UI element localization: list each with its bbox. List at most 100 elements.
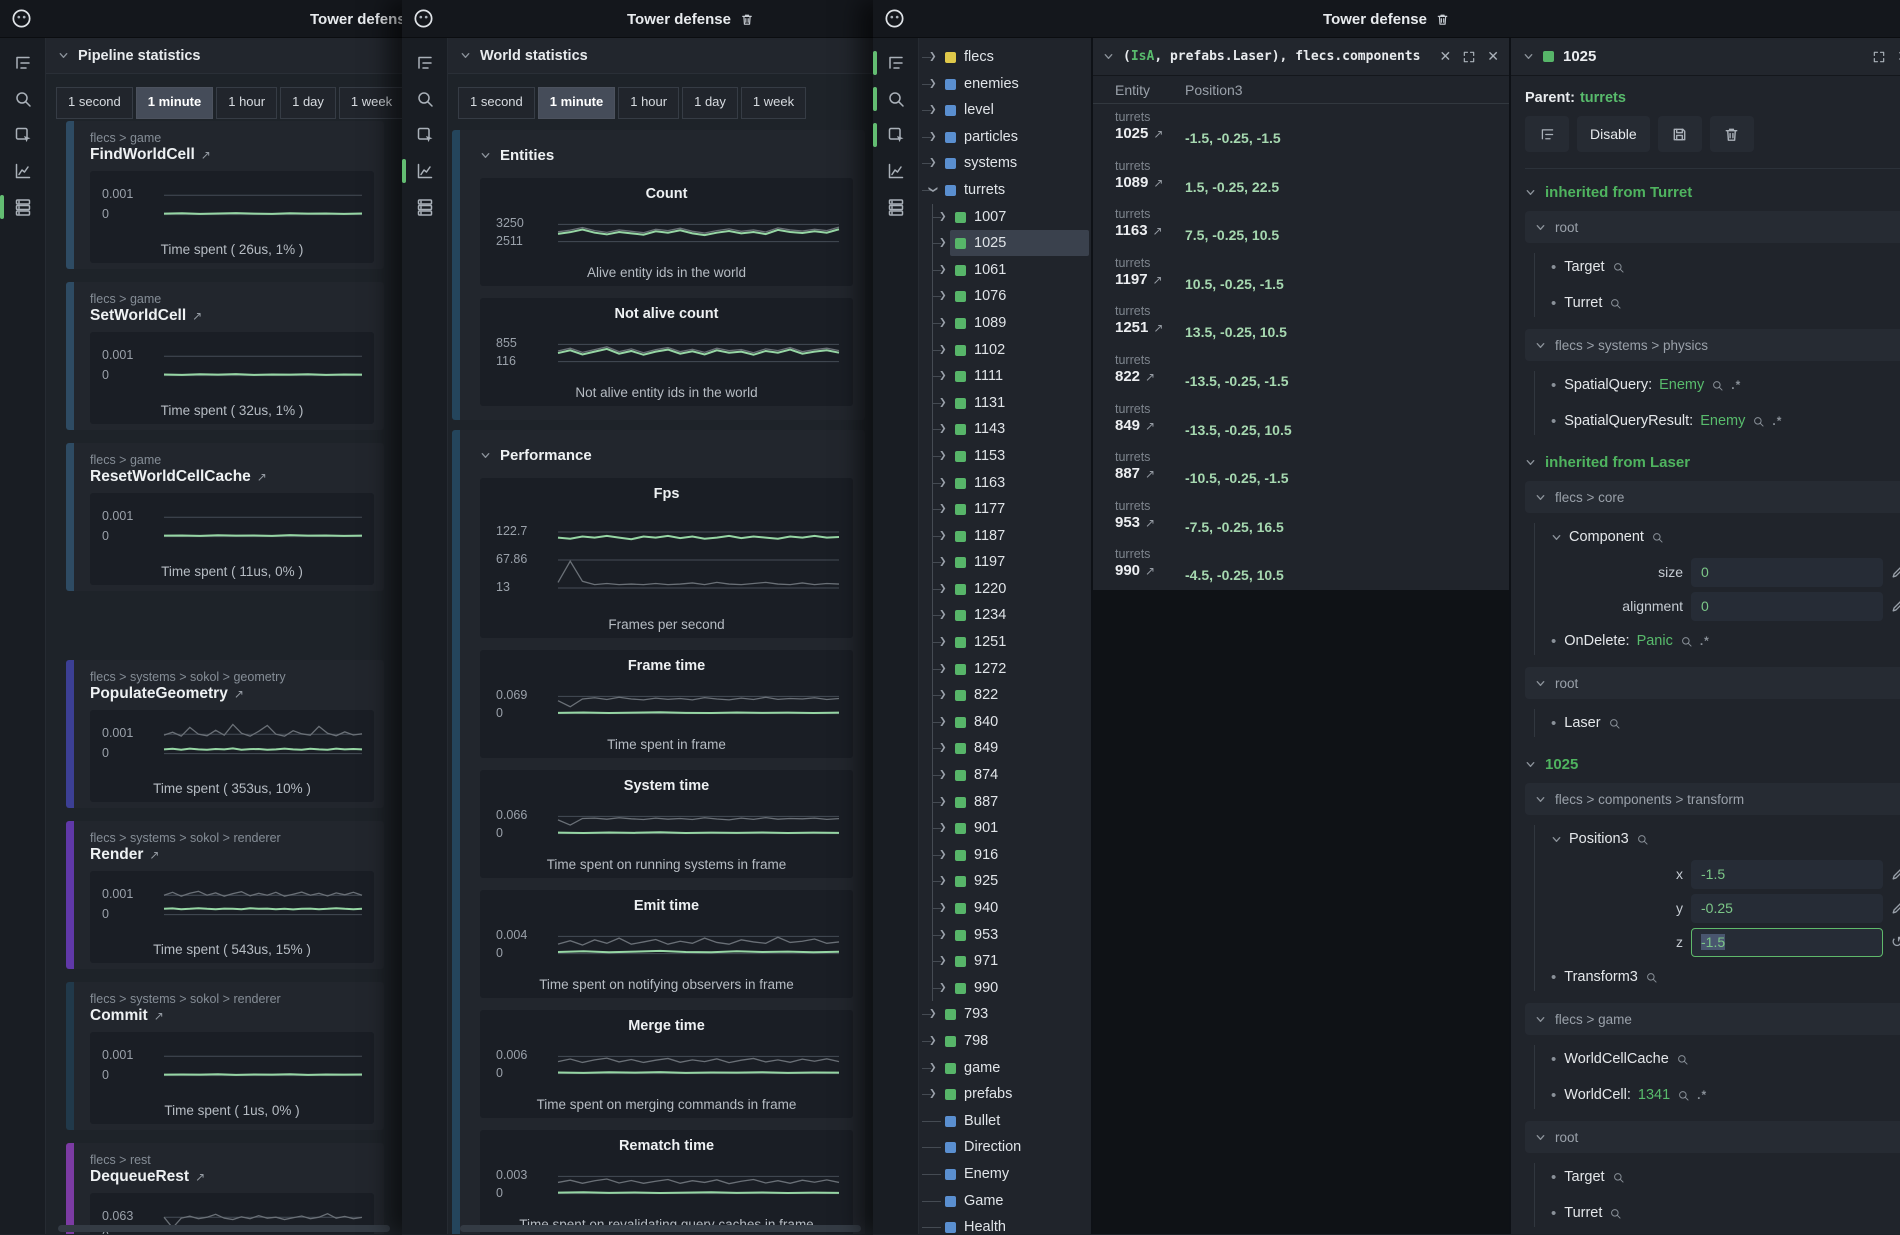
- row-entity-id[interactable]: 887: [1115, 465, 1140, 482]
- chevron-down-icon[interactable]: ❯: [927, 186, 938, 194]
- group-header[interactable]: flecs > game: [1525, 1003, 1900, 1035]
- sidebar-chart-button[interactable]: [0, 160, 46, 182]
- sidebar-select-button[interactable]: [402, 124, 448, 146]
- field-input[interactable]: -0.25: [1691, 894, 1883, 923]
- chevron-right-icon[interactable]: ❯: [939, 237, 947, 248]
- save-button[interactable]: [1658, 116, 1702, 152]
- tab-1-hour[interactable]: 1 hour: [216, 87, 277, 119]
- undo-icon[interactable]: ↺: [1891, 935, 1900, 950]
- clear-query-icon[interactable]: ✕: [1440, 48, 1452, 65]
- chevron-right-icon[interactable]: ❯: [929, 1062, 937, 1073]
- tree-item-enemies[interactable]: enemies ❯: [919, 71, 1091, 98]
- chart-title[interactable]: Commit: [90, 1007, 148, 1025]
- sidebar-tree-button[interactable]: [873, 52, 919, 74]
- external-link-icon[interactable]: ↗: [1145, 370, 1155, 384]
- external-link-icon[interactable]: ↗: [1145, 419, 1155, 433]
- sidebar-select-button[interactable]: [0, 124, 46, 146]
- component-item-Target[interactable]: •Target: [1551, 249, 1900, 285]
- component-item-Component[interactable]: Component: [1551, 519, 1900, 555]
- chevron-right-icon[interactable]: ❯: [929, 51, 937, 62]
- component-value-link[interactable]: 1341: [1638, 1087, 1670, 1103]
- chevron-right-icon[interactable]: ❯: [939, 875, 947, 886]
- pipeline-panel-header[interactable]: Pipeline statistics: [46, 38, 402, 74]
- chevron-down-icon[interactable]: [1525, 187, 1536, 198]
- tree-item-prefabs[interactable]: prefabs ❯: [919, 1081, 1091, 1108]
- tree-item-940[interactable]: 940 ❯: [919, 895, 1091, 922]
- chevron-right-icon[interactable]: ❯: [939, 211, 947, 222]
- sidebar-tree-button[interactable]: [402, 52, 448, 74]
- component-item-WorldCellCache[interactable]: •WorldCellCache: [1551, 1041, 1900, 1077]
- tree-item-849[interactable]: 849 ❯: [919, 735, 1091, 762]
- chevron-down-icon[interactable]: [1551, 532, 1562, 543]
- tree-item-Health[interactable]: Health: [919, 1214, 1091, 1234]
- chevron-down-icon[interactable]: [1551, 834, 1562, 845]
- chevron-right-icon[interactable]: ❯: [939, 423, 947, 434]
- search-icon[interactable]: [1608, 717, 1621, 730]
- trash-icon[interactable]: [740, 12, 754, 27]
- chart-title[interactable]: FindWorldCell: [90, 146, 195, 164]
- sidebar-stats-button[interactable]: [402, 196, 448, 218]
- component-item-SpatialQuery[interactable]: •SpatialQuery:Enemy.*: [1551, 367, 1900, 403]
- tree-item-1220[interactable]: 1220 ❯: [919, 576, 1091, 603]
- delete-button[interactable]: [1710, 116, 1754, 152]
- chevron-right-icon[interactable]: ❯: [929, 157, 937, 168]
- query-row-887[interactable]: turrets 887↗ -10.5, -0.25, -1.5: [1093, 444, 1509, 493]
- chevron-down-icon[interactable]: [1523, 51, 1534, 62]
- tree-item-1251[interactable]: 1251 ❯: [919, 629, 1091, 656]
- component-item-Transform3[interactable]: •Transform3: [1551, 959, 1900, 995]
- chevron-right-icon[interactable]: ❯: [939, 450, 947, 461]
- row-entity-id[interactable]: 1025: [1115, 125, 1148, 142]
- tree-item-particles[interactable]: particles ❯: [919, 124, 1091, 151]
- sidebar-select-button[interactable]: [873, 124, 919, 146]
- chevron-right-icon[interactable]: ❯: [939, 822, 947, 833]
- tree-item-level[interactable]: level ❯: [919, 97, 1091, 124]
- tree-item-887[interactable]: 887 ❯: [919, 789, 1091, 816]
- world-stats-panel-header[interactable]: World statistics: [448, 38, 873, 74]
- tree-item-1163[interactable]: 1163 ❯: [919, 470, 1091, 497]
- chart-breadcrumb[interactable]: flecs > systems > sokol > geometry: [90, 670, 374, 684]
- search-icon[interactable]: [1636, 833, 1649, 846]
- chevron-right-icon[interactable]: ❯: [939, 317, 947, 328]
- chevron-right-icon[interactable]: ❯: [939, 769, 947, 780]
- chevron-right-icon[interactable]: ❯: [929, 1035, 937, 1046]
- search-icon[interactable]: [1651, 531, 1664, 544]
- tree-item-874[interactable]: 874 ❯: [919, 762, 1091, 789]
- tree-item-Enemy[interactable]: Enemy: [919, 1161, 1091, 1188]
- chevron-right-icon[interactable]: ❯: [939, 929, 947, 940]
- query-row-1251[interactable]: turrets 1251↗ 13.5, -0.25, 10.5: [1093, 298, 1509, 347]
- tree-item-971[interactable]: 971 ❯: [919, 948, 1091, 975]
- field-input[interactable]: 0: [1691, 558, 1883, 587]
- component-item-Position3[interactable]: Position3: [1551, 821, 1900, 857]
- tree-item-822[interactable]: 822 ❯: [919, 682, 1091, 709]
- tree-item-1197[interactable]: 1197 ❯: [919, 549, 1091, 576]
- component-value-link[interactable]: Enemy: [1659, 377, 1704, 393]
- horizontal-scrollbar[interactable]: [460, 1225, 861, 1232]
- tab-1-hour[interactable]: 1 hour: [618, 87, 679, 119]
- query-row-1025[interactable]: turrets 1025↗ -1.5, -0.25, -1.5: [1093, 104, 1509, 153]
- chart-breadcrumb[interactable]: flecs > rest: [90, 1153, 374, 1167]
- external-link-icon[interactable]: ↗: [154, 1009, 164, 1023]
- external-link-icon[interactable]: ↗: [234, 687, 244, 701]
- chevron-right-icon[interactable]: ❯: [929, 131, 937, 142]
- external-link-icon[interactable]: ↗: [1153, 273, 1163, 287]
- chevron-down-icon[interactable]: [1525, 457, 1536, 468]
- group-header[interactable]: flecs > core: [1525, 481, 1900, 513]
- component-value-link[interactable]: Enemy: [1700, 413, 1745, 429]
- row-entity-id[interactable]: 1251: [1115, 319, 1148, 336]
- tree-item-1076[interactable]: 1076 ❯: [919, 283, 1091, 310]
- chevron-right-icon[interactable]: ❯: [939, 397, 947, 408]
- search-icon[interactable]: [1711, 379, 1724, 392]
- tree-item-Bullet[interactable]: Bullet: [919, 1108, 1091, 1135]
- horizontal-scrollbar[interactable]: [58, 1225, 390, 1232]
- field-input[interactable]: -1.5: [1691, 928, 1883, 957]
- tab-1-day[interactable]: 1 day: [682, 87, 738, 119]
- group-header[interactable]: root: [1525, 211, 1900, 243]
- group-header[interactable]: flecs > systems > physics: [1525, 329, 1900, 361]
- external-link-icon[interactable]: ↗: [1145, 564, 1155, 578]
- component-item-Turret[interactable]: •Turret: [1551, 1195, 1900, 1231]
- search-icon[interactable]: [1677, 1089, 1690, 1102]
- chevron-down-icon[interactable]: [1525, 759, 1536, 770]
- chevron-right-icon[interactable]: ❯: [939, 689, 947, 700]
- parent-link[interactable]: turrets: [1580, 90, 1626, 106]
- chevron-right-icon[interactable]: ❯: [939, 742, 947, 753]
